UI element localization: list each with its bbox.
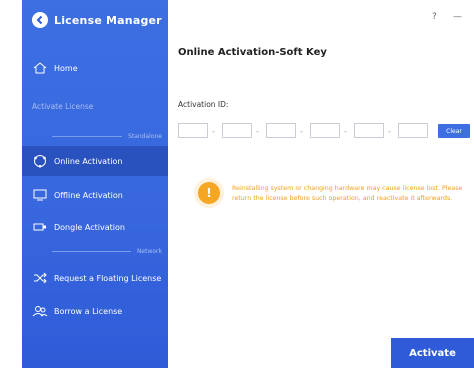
sidebar-item-request-floating-license[interactable]: Request a Floating License [22, 263, 168, 293]
key-separator: - [212, 127, 215, 136]
main-panel: ? — Online Activation-Soft Key Activatio… [168, 0, 474, 368]
window-edge [0, 0, 22, 368]
key-separator: - [388, 127, 391, 136]
dongle-icon [32, 220, 48, 234]
divider-network: Network [52, 248, 162, 255]
divider-standalone: Standalone [52, 133, 162, 140]
app-logo-icon [32, 12, 48, 28]
activation-key-field-5[interactable] [354, 123, 384, 138]
activation-key-field-2[interactable] [222, 123, 252, 138]
key-separator: - [256, 127, 259, 136]
minimize-button[interactable]: — [453, 12, 462, 22]
divider-text: Standalone [128, 133, 162, 140]
users-icon [32, 304, 48, 318]
sidebar-item-label: Home [54, 63, 78, 73]
clear-button[interactable]: Clear [438, 124, 470, 138]
globe-icon [32, 154, 48, 168]
sidebar-item-label: Dongle Activation [54, 222, 125, 232]
app-window: License Manager Home Activate License St… [0, 0, 474, 368]
sidebar-item-borrow-license[interactable]: Borrow a License [22, 296, 168, 326]
activation-key-field-4[interactable] [310, 123, 340, 138]
divider-text: Network [136, 248, 162, 255]
app-title: License Manager [54, 13, 162, 27]
sidebar-item-label: Online Activation [54, 156, 123, 166]
warning-message: Reinstalling system or changing hardware… [232, 185, 463, 202]
app-brand: License Manager [32, 12, 162, 28]
monitor-icon [32, 188, 48, 202]
sidebar-item-home[interactable]: Home [22, 53, 168, 83]
sidebar: License Manager Home Activate License St… [22, 0, 168, 368]
activation-key-field-6[interactable] [398, 123, 428, 138]
shuffle-icon [32, 271, 48, 285]
key-separator: - [344, 127, 347, 136]
activation-key-field-1[interactable] [178, 123, 208, 138]
warning-icon: ! [198, 182, 220, 204]
sidebar-item-offline-activation[interactable]: Offline Activation [22, 180, 168, 210]
sidebar-item-dongle-activation[interactable]: Dongle Activation [22, 212, 168, 242]
activation-key-field-3[interactable] [266, 123, 296, 138]
section-activate-license: Activate License [32, 102, 94, 111]
sidebar-item-label: Request a Floating License [54, 273, 162, 283]
sidebar-item-label: Offline Activation [54, 190, 123, 200]
help-button[interactable]: ? [432, 12, 437, 22]
activate-button[interactable]: Activate [391, 338, 474, 368]
activation-id-label: Activation ID: [178, 100, 229, 109]
home-icon [32, 61, 48, 75]
key-separator: - [300, 127, 303, 136]
divider-line [52, 136, 123, 137]
divider-line [52, 251, 131, 252]
sidebar-item-online-activation[interactable]: Online Activation [22, 146, 168, 176]
page-title: Online Activation-Soft Key [178, 47, 327, 58]
sidebar-item-label: Borrow a License [54, 306, 123, 316]
